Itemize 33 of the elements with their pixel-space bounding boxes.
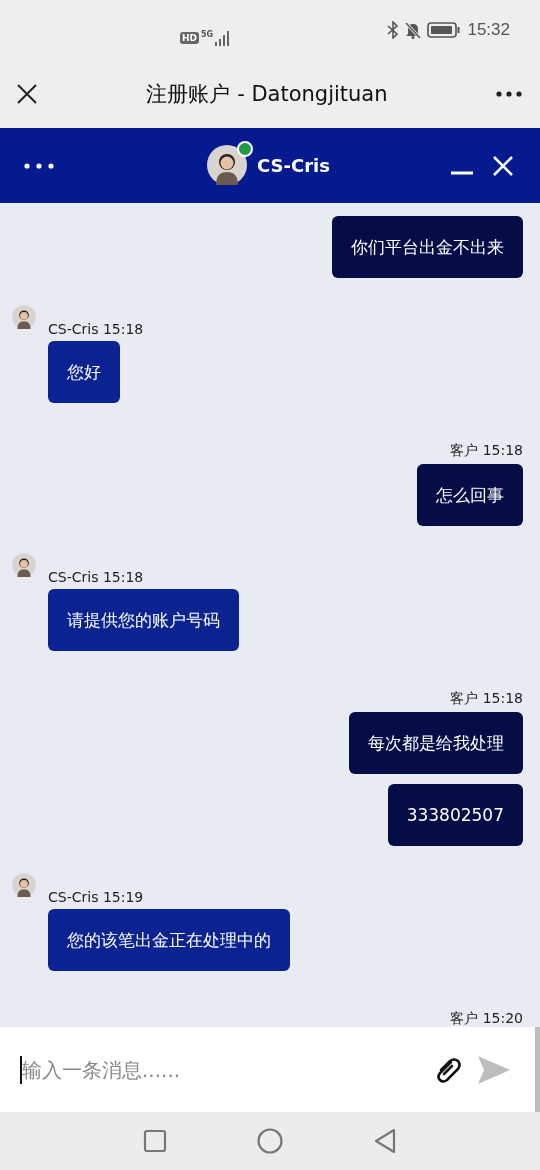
- home-button[interactable]: [257, 1128, 283, 1154]
- message-bubble: 333802507: [387, 784, 523, 846]
- agent-name: CS-Cris: [257, 154, 330, 176]
- bell-off-icon: [405, 21, 422, 39]
- clock-time: 15:32: [467, 20, 510, 40]
- message-bubble: 怎么回事: [417, 464, 523, 526]
- back-button[interactable]: [373, 1128, 397, 1154]
- avatar-icon: [12, 305, 36, 329]
- sender-time: CS-Cris 15:18: [48, 569, 144, 585]
- message-bubble: 你们平台出金不出来: [332, 216, 523, 278]
- avatar-icon: [12, 873, 36, 897]
- hd-badge: HD: [180, 32, 199, 44]
- avatar-icon: [12, 553, 36, 577]
- sender-time: CS-Cris 15:19: [48, 889, 144, 905]
- bluetooth-icon: [387, 21, 400, 39]
- sender-time: 客户 15:18: [450, 442, 523, 460]
- network-label: 5G: [201, 30, 214, 39]
- signal-icon: [215, 30, 232, 46]
- menu-button[interactable]: [24, 162, 54, 169]
- more-button[interactable]: [496, 91, 522, 97]
- message-bubble: 请提供您的账户号码: [48, 589, 239, 651]
- close-button[interactable]: [16, 83, 38, 105]
- battery-icon: [427, 21, 462, 39]
- message-bubble: 您的该笔出金正在处理中的: [48, 909, 290, 971]
- page-title: 注册账户 - Datongjituan: [146, 81, 388, 108]
- avatar-icon: [207, 145, 247, 185]
- recent-apps-button[interactable]: [143, 1129, 167, 1153]
- sender-time: 客户 15:18: [450, 690, 523, 708]
- sender-time: 客户 15:20: [450, 1010, 523, 1027]
- minimize-icon: [450, 170, 474, 175]
- sender-time: CS-Cris 15:18: [48, 321, 144, 337]
- message-bubble: 您好: [48, 341, 120, 403]
- message-bubble: 每次都是给我处理: [349, 712, 523, 774]
